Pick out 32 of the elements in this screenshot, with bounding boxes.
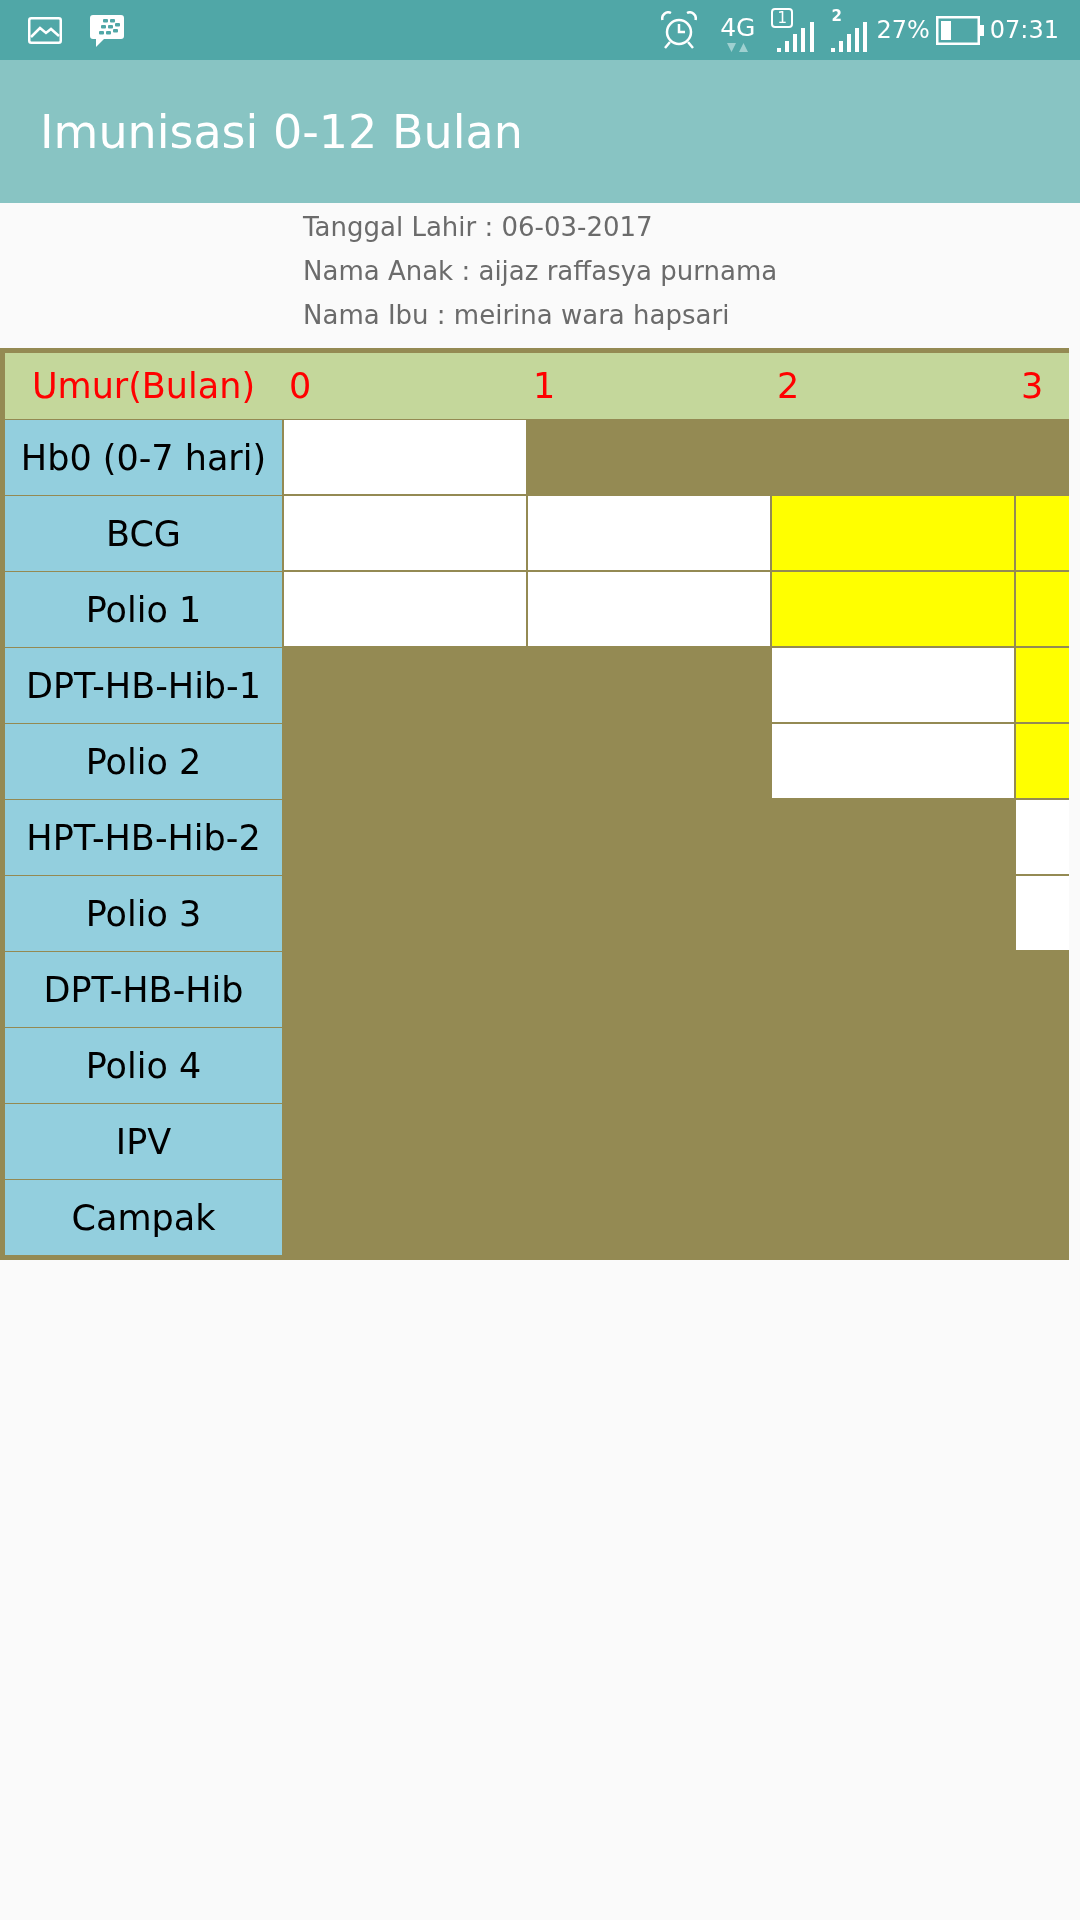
info-line: Nama Ibu : meirina wara hapsari <box>303 299 730 332</box>
clock-time: 07:31 <box>989 16 1059 44</box>
info-line: Nama Anak : aijaz raffasya purnama <box>303 255 778 288</box>
signal-icon <box>831 22 868 52</box>
month-label: 2 <box>777 365 800 408</box>
battery-icon <box>935 15 984 45</box>
vaccine-cell: HPT-HB-Hib-2 <box>5 800 282 875</box>
vaccine-cell: DPT-HB-Hib-1 <box>5 648 282 723</box>
data-activity-icon <box>726 42 749 52</box>
signal-icon <box>777 22 816 52</box>
network-type-label: 4G <box>720 14 756 41</box>
battery-percent: 27% <box>876 16 930 44</box>
chat-bubble-icon <box>90 15 124 47</box>
vaccine-cell: Polio 4 <box>5 1028 282 1103</box>
vaccine-cell: Polio 3 <box>5 876 282 951</box>
info-line: Tanggal Lahir : 06-03-2017 <box>303 211 653 244</box>
month-label: 0 <box>289 365 312 408</box>
screen-title: Imunisasi 0-12 Bulan <box>40 104 523 159</box>
vaccine-cell: Campak <box>5 1180 282 1255</box>
vaccine-cell: Polio 1 <box>5 572 282 647</box>
alarm-clock-icon <box>661 11 698 49</box>
month-label: 1 <box>533 365 556 408</box>
vaccine-cell: IPV <box>5 1104 282 1179</box>
vaccine-cell: Hb0 (0-7 hari) <box>5 420 282 495</box>
vaccine-cell: BCG <box>5 496 282 571</box>
vaccine-cell: Polio 2 <box>5 724 282 799</box>
month-label: 3 <box>1021 365 1044 408</box>
sim-label: 2 <box>831 8 842 24</box>
vaccine-cell: DPT-HB-Hib <box>5 952 282 1027</box>
age-header-label: Umur(Bulan) <box>31 365 256 408</box>
sim-badge: 1 <box>771 8 794 28</box>
image-icon <box>28 16 62 44</box>
